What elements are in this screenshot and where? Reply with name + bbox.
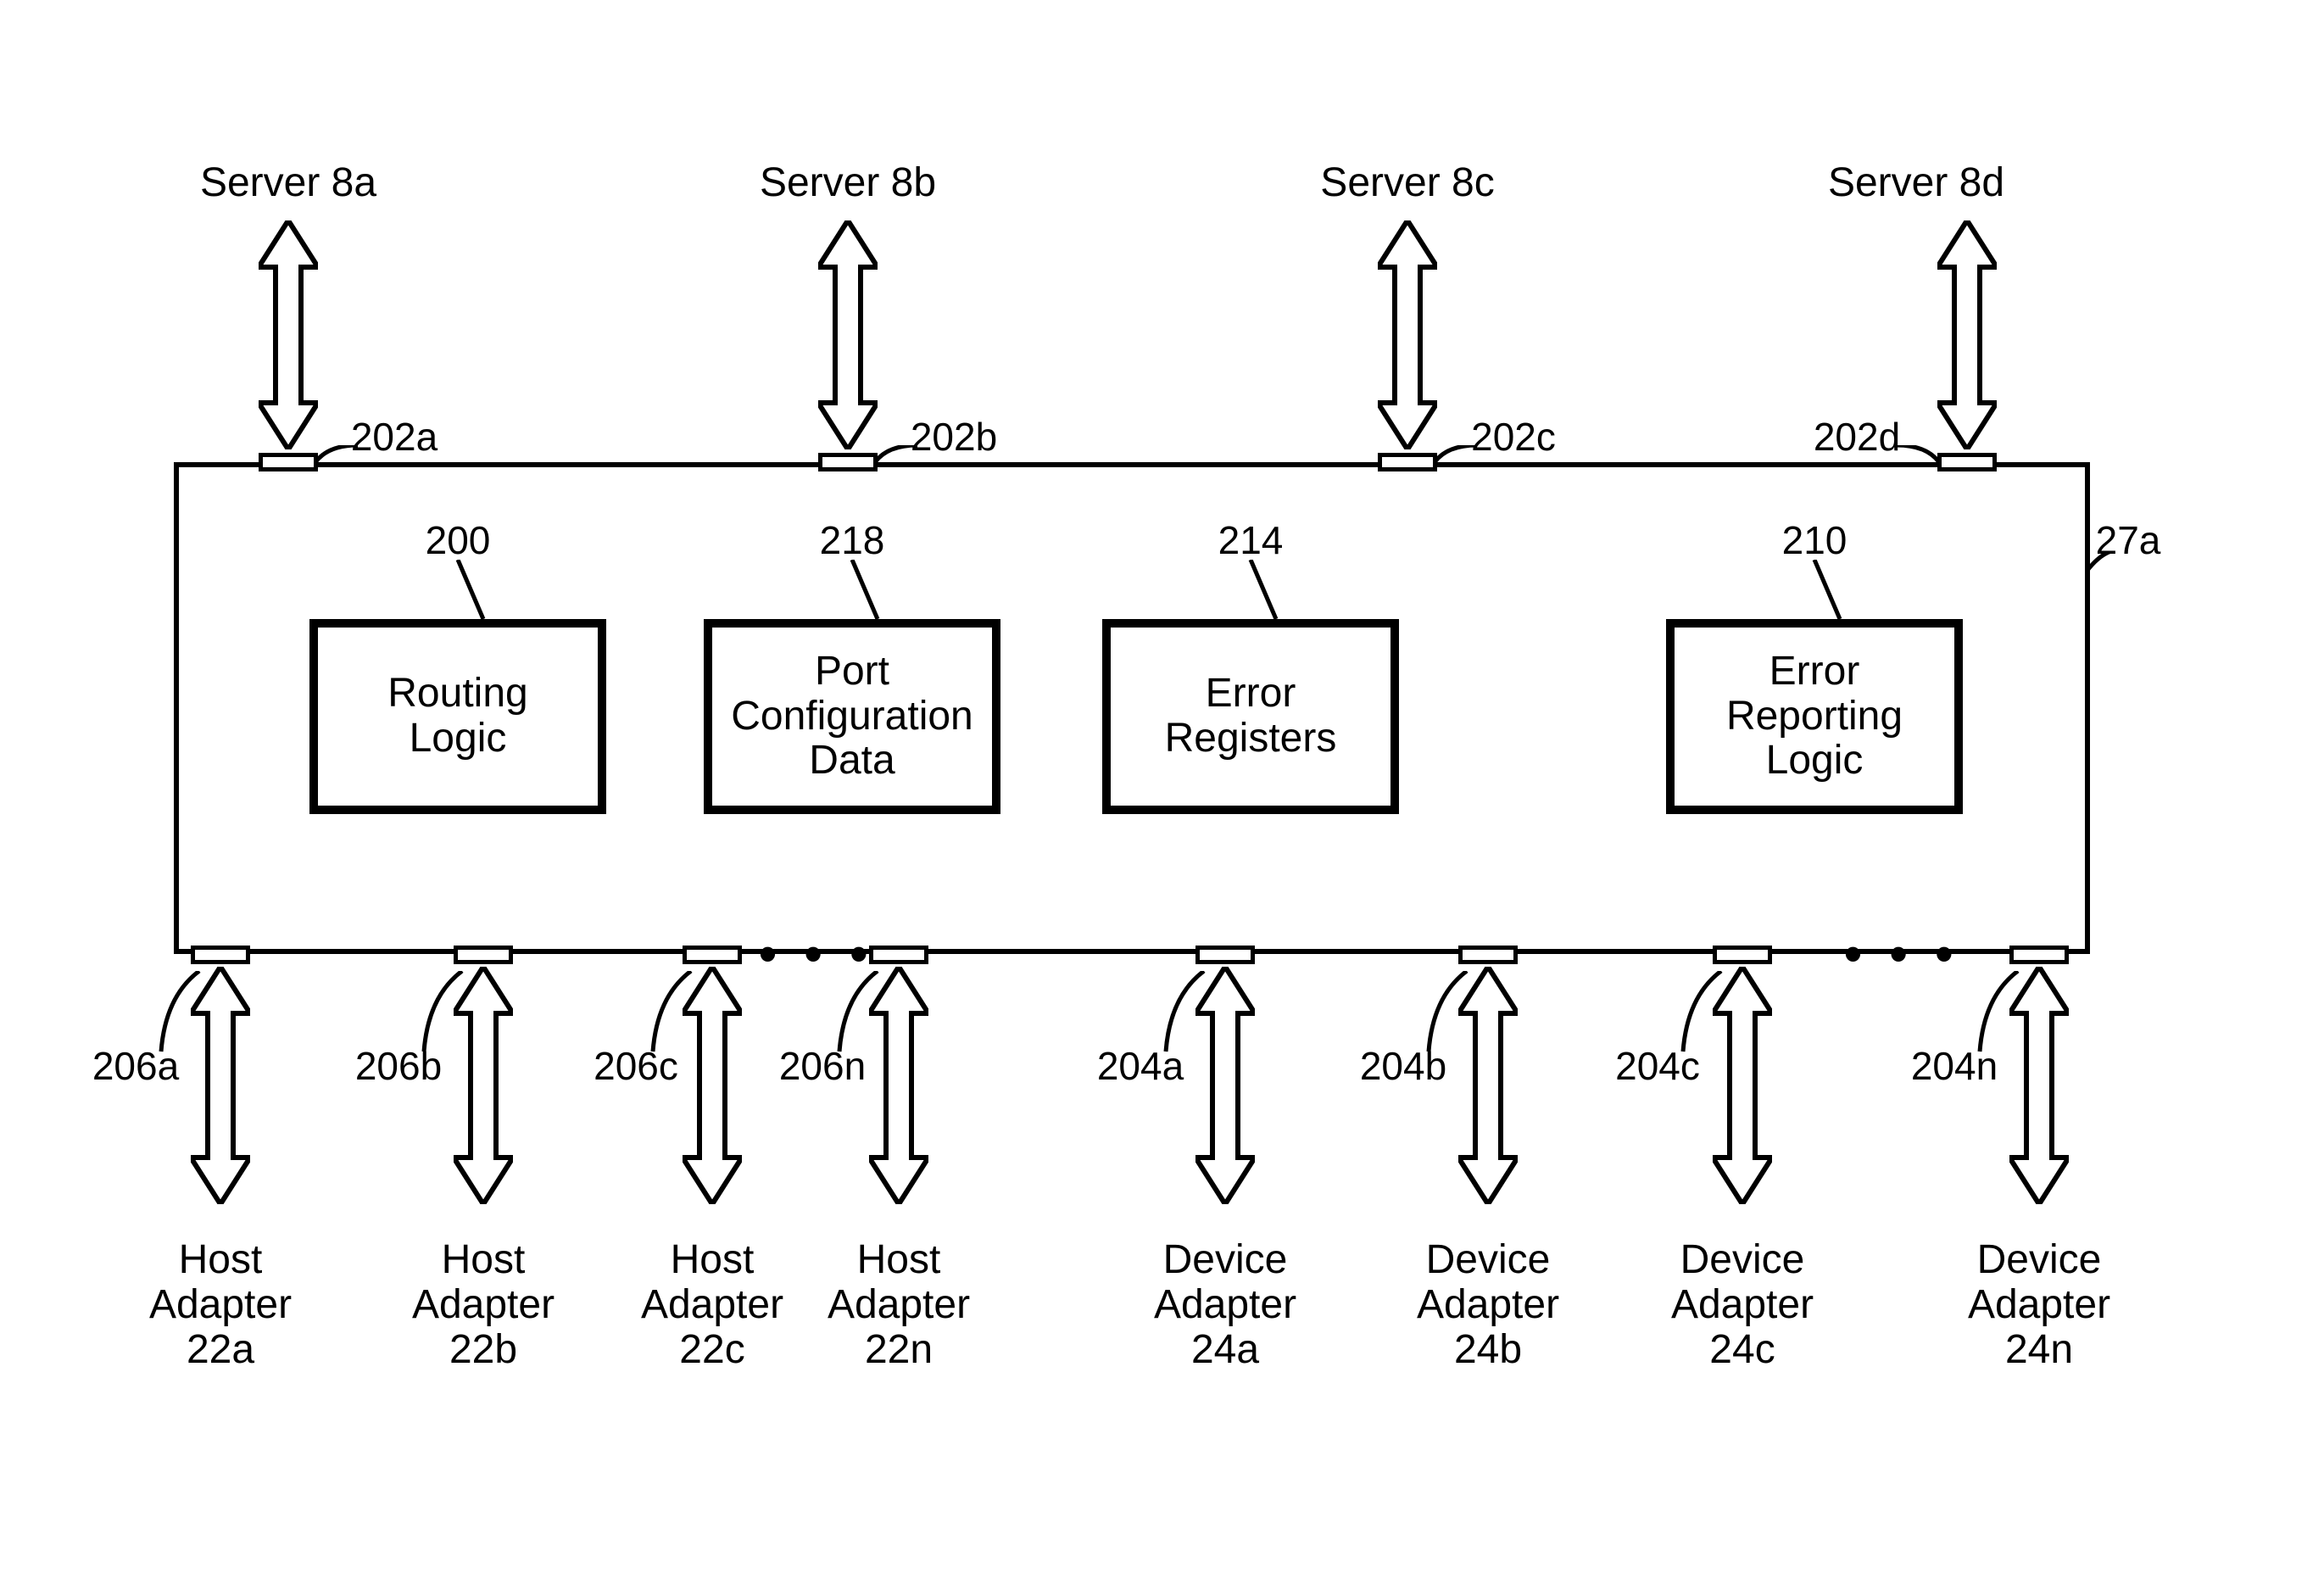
routing-ref: 200 xyxy=(398,517,517,563)
routing-logic-box: Routing Logic xyxy=(309,619,606,814)
error-registers-box: Error Registers xyxy=(1102,619,1399,814)
leader-202b xyxy=(875,445,917,471)
device-adapter-c: Device Adapter 24c xyxy=(1632,1238,1853,1372)
leader-202c xyxy=(1435,445,1477,471)
port-202d xyxy=(1937,453,1997,471)
leader-214 xyxy=(1246,560,1280,623)
ellipsis-right: • • • xyxy=(1844,924,1959,983)
server-b-arrow xyxy=(818,220,878,449)
error-registers-text: Error Registers xyxy=(1165,672,1337,762)
port-204a xyxy=(1195,946,1255,964)
port-202c xyxy=(1378,453,1437,471)
server-a-arrow xyxy=(259,220,318,449)
leader-210 xyxy=(1810,560,1844,623)
leader-206c xyxy=(649,971,695,1056)
errrep-ref: 210 xyxy=(1755,517,1874,563)
host-adapter-a: Host Adapter 22a xyxy=(110,1238,331,1372)
error-reporting-box: Error Reporting Logic xyxy=(1666,619,1963,814)
port-202b xyxy=(818,453,878,471)
error-reporting-text: Error Reporting Logic xyxy=(1726,650,1903,784)
port-206b xyxy=(454,946,513,964)
port-config-box: Port Configuration Data xyxy=(704,619,1000,814)
leader-202a xyxy=(315,445,358,471)
device-adapter-n: Device Adapter 24n xyxy=(1929,1238,2149,1372)
host-adapter-b: Host Adapter 22b xyxy=(373,1238,594,1372)
leader-206n xyxy=(835,971,882,1056)
port-206a xyxy=(191,946,250,964)
port-202a xyxy=(259,453,318,471)
errreg-ref: 214 xyxy=(1191,517,1310,563)
leader-202d xyxy=(1897,445,1939,471)
port-204c xyxy=(1713,946,1772,964)
routing-logic-text: Routing Logic xyxy=(387,672,527,762)
portcfg-ref: 218 xyxy=(793,517,911,563)
port-204n xyxy=(2009,946,2069,964)
host-adapter-n: Host Adapter 22n xyxy=(789,1238,1009,1372)
server-a-label: Server 8a xyxy=(178,161,398,206)
server-c-label: Server 8c xyxy=(1297,161,1518,206)
port-206n xyxy=(869,946,928,964)
device-adapter-b: Device Adapter 24b xyxy=(1378,1238,1598,1372)
server-d-label: Server 8d xyxy=(1806,161,2026,206)
server-b-label: Server 8b xyxy=(738,161,958,206)
leader-27a xyxy=(2086,551,2111,577)
leader-206a xyxy=(157,971,203,1056)
leader-204c xyxy=(1679,971,1725,1056)
server-c-arrow xyxy=(1378,220,1437,449)
leader-204n xyxy=(1976,971,2022,1056)
port-206c xyxy=(683,946,742,964)
leader-204a xyxy=(1162,971,1208,1056)
leader-218 xyxy=(848,560,882,623)
device-adapter-a: Device Adapter 24a xyxy=(1115,1238,1335,1372)
server-d-arrow xyxy=(1937,220,1997,449)
leader-206b xyxy=(420,971,466,1056)
leader-204b xyxy=(1424,971,1471,1056)
port-204b xyxy=(1458,946,1518,964)
port-config-text: Port Configuration Data xyxy=(731,650,973,784)
leader-200 xyxy=(454,560,488,623)
